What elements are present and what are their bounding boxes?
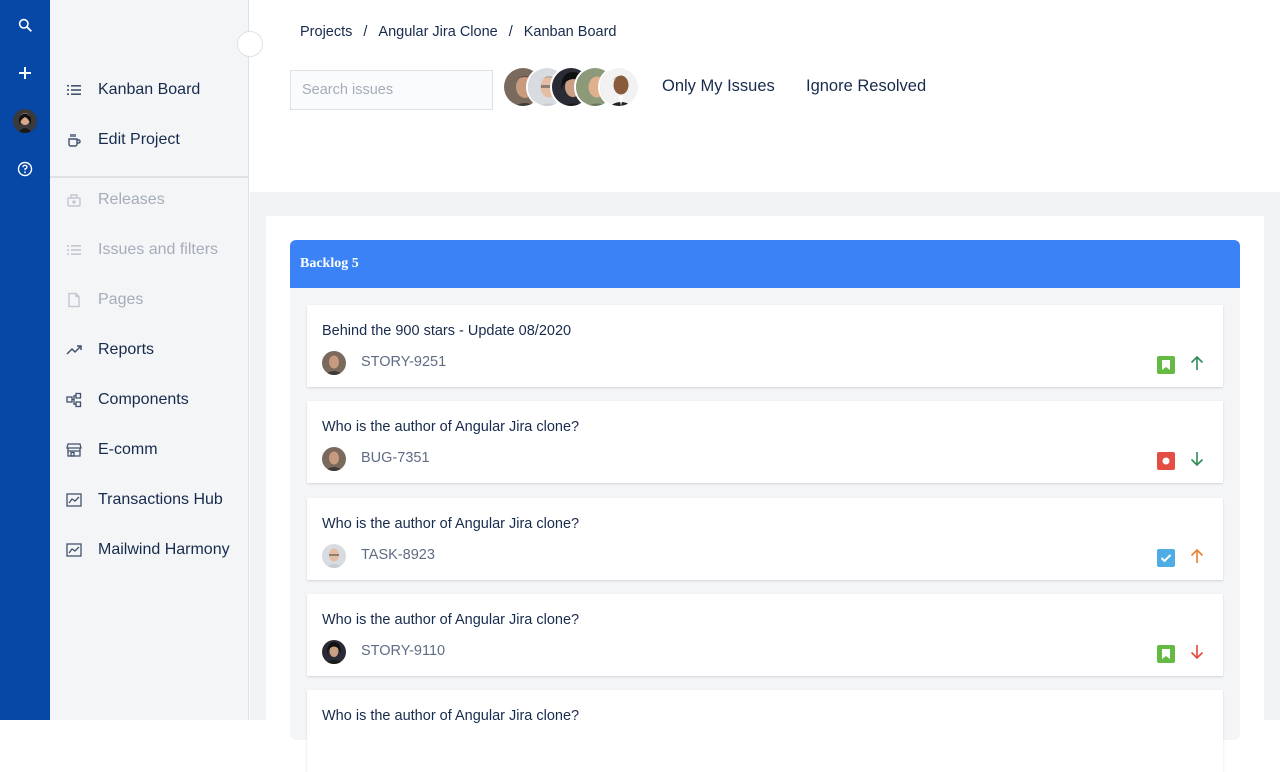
issue-card[interactable]: Behind the 900 stars - Update 08/2020 ST… bbox=[307, 305, 1223, 387]
assignee-avatar bbox=[322, 351, 346, 375]
issue-key: STORY-9110 bbox=[361, 643, 446, 659]
issue-title: Who is the author of Angular Jira clone? bbox=[322, 419, 580, 435]
only-my-issues-button[interactable]: Only My Issues bbox=[648, 66, 789, 106]
collapse-sidebar-button[interactable] bbox=[237, 31, 263, 57]
store-icon bbox=[66, 442, 82, 458]
sidebar-item-edit-project[interactable]: Edit Project bbox=[50, 120, 249, 160]
avatar[interactable] bbox=[598, 66, 640, 108]
issue-title: Who is the author of Angular Jira clone? bbox=[322, 612, 580, 628]
issue-title: Behind the 900 stars - Update 08/2020 bbox=[322, 323, 572, 339]
search-icon[interactable] bbox=[0, 10, 50, 40]
issue-key: TASK-8923 bbox=[361, 547, 435, 563]
column-header: Backlog 5 bbox=[290, 240, 1240, 288]
breadcrumb: Projects / Angular Jira Clone / Kanban B… bbox=[300, 24, 617, 40]
sidebar-item-label: Components bbox=[98, 391, 189, 408]
board-list-icon bbox=[66, 82, 82, 98]
task-type-icon bbox=[1157, 549, 1175, 567]
sidebar-item-pages[interactable]: Pages bbox=[50, 280, 249, 320]
sidebar-item-mailwind-harmony[interactable]: Mailwind Harmony bbox=[50, 530, 249, 570]
assignee-avatar bbox=[322, 447, 346, 471]
global-nav-rail bbox=[0, 0, 50, 720]
sidebar-item-kanban-board[interactable]: Kanban Board bbox=[50, 70, 249, 110]
sidebar-item-label: Transactions Hub bbox=[98, 491, 223, 508]
releases-icon bbox=[66, 192, 82, 208]
avatar bbox=[13, 109, 37, 133]
components-icon bbox=[66, 392, 82, 408]
sidebar-item-label: Kanban Board bbox=[98, 81, 201, 98]
sidebar-item-label: Edit Project bbox=[98, 131, 180, 148]
issue-key: BUG-7351 bbox=[361, 450, 430, 466]
assignee-avatar bbox=[322, 640, 346, 664]
breadcrumb-projects[interactable]: Projects bbox=[300, 24, 352, 40]
sidebar-item-releases[interactable]: Releases bbox=[50, 180, 249, 220]
sidebar-divider bbox=[50, 176, 249, 178]
sidebar-item-label: Releases bbox=[98, 191, 165, 208]
issue-key: STORY-9251 bbox=[361, 354, 447, 370]
priority-medium-arrow-icon bbox=[1188, 547, 1206, 565]
sidebar-item-transactions-hub[interactable]: Transactions Hub bbox=[50, 480, 249, 520]
issue-card[interactable]: Who is the author of Angular Jira clone?… bbox=[307, 401, 1223, 483]
ignore-resolved-button[interactable]: Ignore Resolved bbox=[792, 66, 941, 106]
page-icon bbox=[66, 292, 82, 308]
user-avatar[interactable] bbox=[0, 106, 50, 136]
priority-high-arrow-icon bbox=[1188, 354, 1206, 372]
sidebar-item-components[interactable]: Components bbox=[50, 380, 249, 420]
breadcrumb-project[interactable]: Angular Jira Clone bbox=[378, 24, 497, 40]
help-icon[interactable] bbox=[0, 154, 50, 184]
story-type-icon bbox=[1157, 645, 1175, 663]
issue-card[interactable]: Who is the author of Angular Jira clone?… bbox=[307, 594, 1223, 676]
issues-list-icon bbox=[66, 242, 82, 258]
issue-card[interactable]: Who is the author of Angular Jira clone?… bbox=[307, 498, 1223, 580]
sidebar-item-reports[interactable]: Reports bbox=[50, 330, 249, 370]
priority-low-arrow-icon bbox=[1188, 450, 1206, 468]
chart-icon bbox=[66, 492, 82, 508]
sidebar-item-label: E-comm bbox=[98, 441, 158, 458]
trend-icon bbox=[66, 342, 82, 358]
plus-icon[interactable] bbox=[0, 58, 50, 88]
sidebar-item-label: Reports bbox=[98, 341, 155, 358]
sidebar-item-label: Issues and filters bbox=[98, 241, 219, 258]
sidebar-item-e-comm[interactable]: E-comm bbox=[50, 430, 249, 470]
search-input[interactable] bbox=[290, 70, 493, 110]
sidebar-item-label: Mailwind Harmony bbox=[98, 541, 230, 558]
bug-type-icon bbox=[1157, 452, 1175, 470]
settings-cup-icon bbox=[66, 132, 82, 148]
sidebar-item-label: Pages bbox=[98, 291, 144, 308]
breadcrumb-board[interactable]: Kanban Board bbox=[524, 24, 617, 40]
issue-title: Who is the author of Angular Jira clone? bbox=[322, 516, 580, 532]
chart-icon bbox=[66, 542, 82, 558]
issue-title: Who is the author of Angular Jira clone? bbox=[322, 708, 580, 724]
sidebar-item-issues-and-filters[interactable]: Issues and filters bbox=[50, 230, 249, 270]
issue-card[interactable]: Who is the author of Angular Jira clone? bbox=[307, 690, 1223, 772]
story-type-icon bbox=[1157, 356, 1175, 374]
priority-lowest-arrow-icon bbox=[1188, 643, 1206, 661]
assignee-avatar bbox=[322, 544, 346, 568]
